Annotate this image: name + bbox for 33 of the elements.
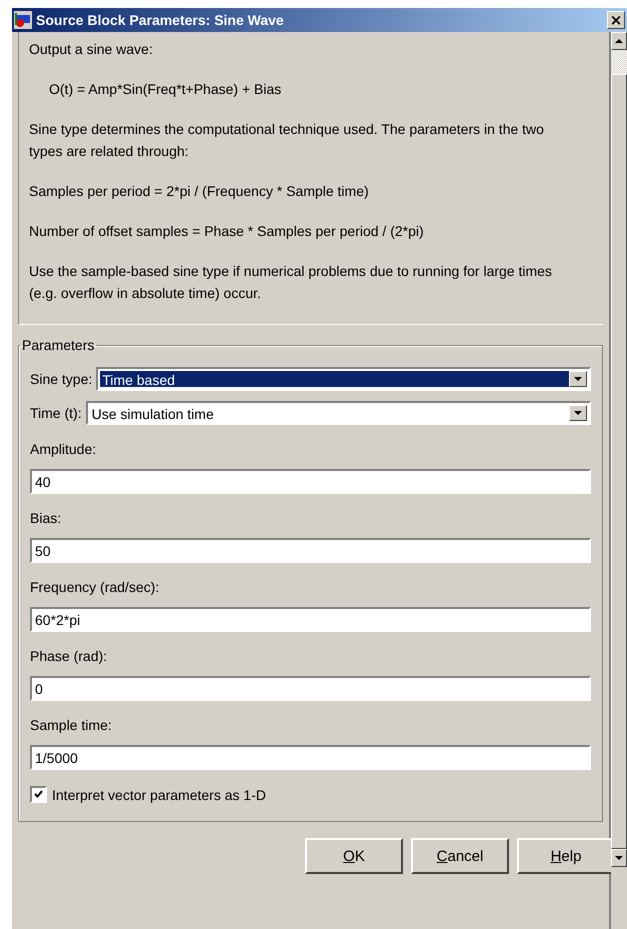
dropdown-arrow-icon xyxy=(574,377,582,381)
block-icon xyxy=(14,11,32,29)
description-text: Output a sine wave: xyxy=(29,40,154,59)
description-text: O(t) = Amp*Sin(Freq*t+Phase) + Bias xyxy=(49,80,282,99)
description-text: Number of offset samples = Phase * Samples per period / (2*pi) xyxy=(29,222,425,241)
dropdown-label: Sine type: xyxy=(30,371,92,387)
scroll-down-icon xyxy=(615,856,623,860)
scroll-up-icon xyxy=(615,39,623,43)
field-label: Sample time: xyxy=(30,717,113,733)
dialog-button[interactable]: Cancel xyxy=(411,838,509,874)
close-button[interactable]: × xyxy=(607,11,625,29)
field-label: Amplitude: xyxy=(30,441,98,457)
checkbox-label: Interpret vector parameters as 1-D xyxy=(52,786,266,802)
dropdown[interactable]: Use simulation time xyxy=(86,401,591,425)
checkbox[interactable] xyxy=(30,786,47,803)
group-title: Parameters xyxy=(21,337,96,353)
field-label: Phase (rad): xyxy=(30,648,108,664)
input-field[interactable]: 40 xyxy=(30,469,591,494)
dialog-button[interactable]: OK xyxy=(305,838,403,874)
dropdown-label: Time (t): xyxy=(30,405,82,421)
checkmark-icon xyxy=(34,790,43,799)
description-text: Samples per period = 2*pi / (Frequency * Sample time) xyxy=(29,182,370,201)
input-field[interactable]: 60*2*pi xyxy=(30,607,591,632)
field-label: Bias: xyxy=(30,510,62,526)
input-field[interactable]: 50 xyxy=(30,538,591,563)
dropdown[interactable]: Time based xyxy=(96,367,591,391)
dropdown-arrow-icon xyxy=(574,411,582,415)
window-title: Source Block Parameters: Sine Wave xyxy=(36,12,285,28)
description-text: Sine type determines the computational technique used. The parameters in the two types are related through: xyxy=(29,120,545,161)
input-field[interactable]: 1/5000 xyxy=(30,745,591,770)
input-field[interactable]: 0 xyxy=(30,676,591,701)
field-label: Frequency (rad/sec): xyxy=(30,579,160,595)
description-text: Use the sample-based sine type if numerical problems due to running for large times (e.g. overflow in absolute time) occur. xyxy=(29,262,553,303)
